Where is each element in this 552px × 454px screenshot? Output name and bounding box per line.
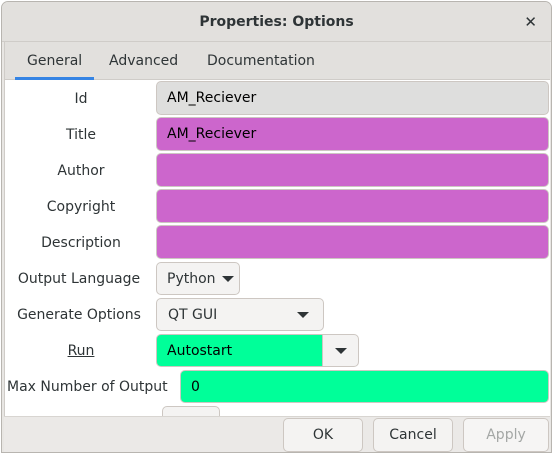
tab-advanced[interactable]: Advanced (109, 53, 178, 69)
ok-button[interactable]: OK (283, 418, 363, 452)
generate-options-value: QT GUI (168, 306, 218, 323)
output-language-dropdown[interactable]: Python (156, 262, 240, 295)
button-bar: OK Cancel Apply (4, 416, 550, 452)
max-outputs-label: Max Number of Output (7, 379, 168, 395)
properties-dialog: Properties: Options ✕ General Advanced D… (1, 1, 552, 453)
apply-button[interactable]: Apply (463, 418, 549, 452)
cancel-button[interactable]: Cancel (373, 418, 453, 452)
author-label: Author (57, 163, 105, 179)
tab-general[interactable]: General (14, 53, 95, 80)
generate-options-dropdown[interactable]: QT GUI (156, 298, 324, 331)
title-bar: Properties: Options ✕ (2, 2, 551, 42)
chevron-down-icon (334, 347, 347, 354)
max-outputs-field[interactable]: 0 (180, 370, 549, 403)
run-dropdown-button[interactable] (322, 334, 359, 367)
description-label: Description (41, 235, 121, 251)
author-field[interactable] (156, 153, 549, 187)
output-language-value: Python (167, 270, 216, 287)
id-field[interactable]: AM_Reciever (156, 81, 549, 115)
tab-bar: General Advanced Documentation (4, 42, 550, 80)
copyright-field[interactable] (156, 189, 549, 223)
general-panel: Id AM_Reciever Title AM_Reciever Author … (4, 80, 550, 426)
generate-options-label: Generate Options (17, 307, 141, 323)
id-label: Id (74, 91, 88, 107)
copyright-label: Copyright (46, 199, 116, 215)
chevron-down-icon (221, 275, 234, 282)
title-field[interactable]: AM_Reciever (156, 117, 549, 151)
chevron-down-icon (297, 312, 309, 318)
close-icon[interactable]: ✕ (524, 13, 537, 31)
description-field[interactable] (156, 225, 549, 259)
run-field[interactable]: Autostart (156, 334, 323, 367)
dialog-title: Properties: Options (199, 14, 354, 30)
output-language-label: Output Language (17, 271, 141, 287)
tab-documentation[interactable]: Documentation (207, 53, 315, 69)
run-label: Run (67, 343, 95, 359)
title-label: Title (65, 127, 96, 143)
